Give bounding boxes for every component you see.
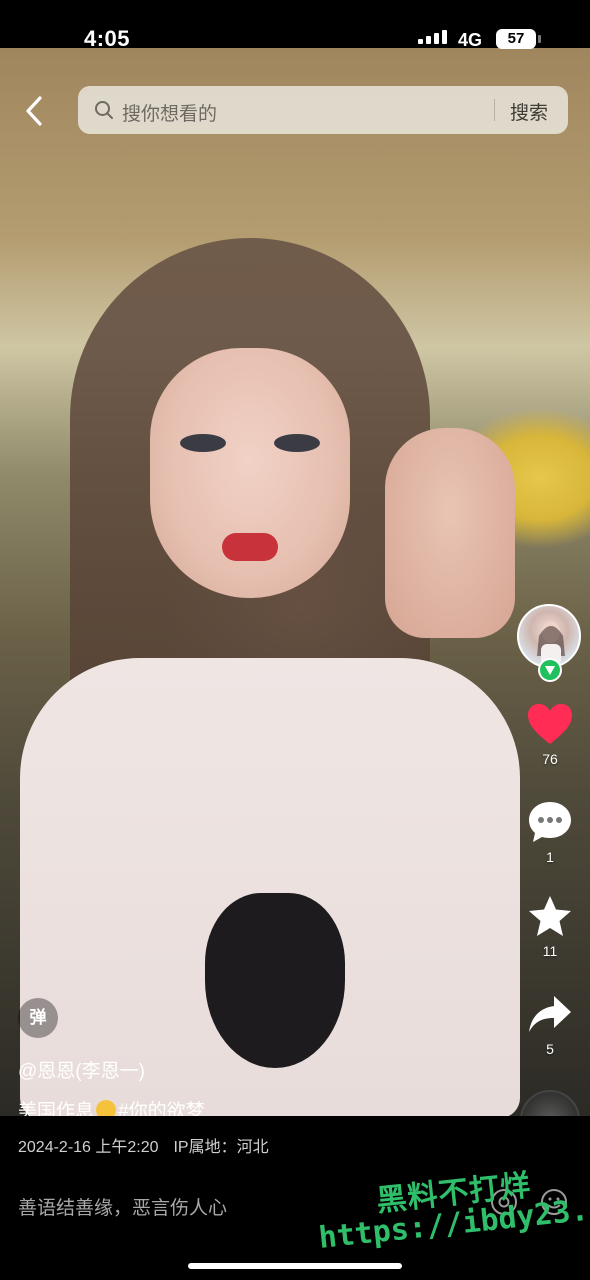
follow-icon <box>540 660 560 680</box>
back-button[interactable] <box>20 94 50 128</box>
share-count: 5 <box>546 1041 554 1057</box>
share-icon <box>529 996 571 1032</box>
danmu-toggle[interactable]: 弹 <box>18 998 58 1038</box>
author-name[interactable]: @恩恩(李恩一) <box>18 1056 145 1083</box>
status-time: 4:05 <box>84 26 131 51</box>
share-button[interactable]: 5 <box>510 994 590 1057</box>
heart-icon <box>528 704 572 744</box>
search-bar[interactable]: 搜你想看的 搜索 <box>78 86 568 134</box>
network-type: 4G <box>458 30 483 50</box>
ip-location: IP属地：河北 <box>173 1139 269 1156</box>
back-arrow-icon <box>26 96 42 126</box>
like-count: 76 <box>542 751 558 767</box>
video-frame-bow <box>205 893 345 1068</box>
video-frame-hand <box>385 428 515 638</box>
comment-input[interactable]: 善语结善缘，恶言伤人心 <box>18 1193 227 1220</box>
post-date: 2024-2-16 上午2:20 <box>18 1139 159 1156</box>
battery-icon: 57 <box>496 29 541 49</box>
signal-icon <box>418 30 448 44</box>
watermark: 黑料不打烊 https://ibdy23.com <box>317 1168 590 1258</box>
search-divider <box>494 99 495 121</box>
like-button[interactable]: 76 <box>510 702 590 767</box>
comment-icon <box>529 802 571 842</box>
comment-button[interactable]: 1 <box>510 800 590 865</box>
favorite-count: 11 <box>542 943 558 959</box>
status-bar: 4:05 4G 57 <box>0 0 590 51</box>
video-meta: 2024-2-16 上午2:20 IP属地：河北 <box>18 1133 269 1157</box>
search-icon <box>95 101 113 119</box>
comment-count: 1 <box>546 849 554 865</box>
search-button[interactable]: 搜索 <box>510 98 548 125</box>
star-icon <box>529 896 571 936</box>
video-player[interactable] <box>0 48 590 1116</box>
home-indicator[interactable] <box>188 1263 402 1269</box>
video-frame-face <box>150 348 350 598</box>
search-input[interactable]: 搜你想看的 <box>122 99 217 126</box>
follow-button[interactable] <box>538 658 562 682</box>
favorite-button[interactable]: 11 <box>510 894 590 959</box>
